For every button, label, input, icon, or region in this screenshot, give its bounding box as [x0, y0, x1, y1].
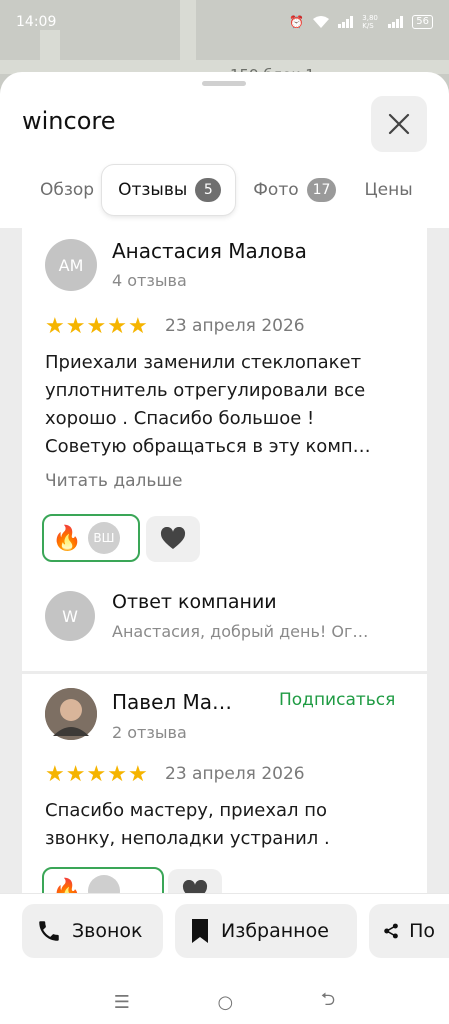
menu-nav-icon[interactable]: ☰	[114, 992, 130, 1013]
tab-count-badge: 17	[306, 178, 337, 202]
like-button[interactable]	[146, 516, 200, 562]
favorite-button[interactable]: Избранное	[175, 904, 357, 958]
share-button[interactable]: По	[369, 904, 449, 958]
sheet-drag-handle[interactable]	[202, 81, 246, 86]
favorite-button-label: Избранное	[221, 920, 329, 942]
alarm-icon: ⏰	[289, 15, 305, 29]
rating-stars: ★ ★ ★ ★ ★	[45, 316, 148, 338]
company-reply-title[interactable]: Ответ компании	[112, 591, 277, 613]
heart-icon	[182, 880, 208, 893]
review-author[interactable]: Павел Ма…	[112, 690, 232, 714]
star-icon: ★	[45, 314, 65, 339]
user-photo-icon	[45, 688, 97, 740]
review-date: 23 апреля 2026	[165, 764, 305, 784]
rating-stars: ★ ★ ★ ★ ★	[45, 764, 148, 786]
status-time: 14:09	[16, 14, 57, 30]
like-button[interactable]	[168, 869, 222, 893]
reaction-fire-button[interactable]: 🔥 ВШ	[42, 514, 140, 562]
share-icon	[384, 923, 398, 939]
star-icon: ★	[86, 762, 107, 787]
review-text-line: Приехали заменили стеклопакет	[45, 352, 362, 373]
battery-indicator: 56	[412, 15, 433, 29]
tab-reviews[interactable]: Отзывы 5	[102, 165, 236, 215]
reaction-avatar: ВШ	[87, 522, 120, 554]
status-icons: ⏰ 3,80 K/S 56	[289, 14, 433, 30]
bookmark-icon	[192, 919, 208, 943]
star-icon: ★	[127, 314, 148, 339]
review-text-line: хорошо . Спасибо большое !	[45, 408, 315, 429]
subscribe-button[interactable]: Подписаться	[279, 690, 395, 710]
status-bar: 14:09 ⏰ 3,80 K/S 56	[0, 0, 449, 44]
close-button[interactable]	[371, 96, 427, 152]
avatar[interactable]	[45, 688, 97, 740]
star-icon: ★	[107, 314, 127, 339]
close-icon	[388, 113, 410, 135]
star-icon: ★	[127, 762, 148, 787]
heart-icon	[160, 527, 186, 549]
review-date: 23 апреля 2026	[165, 316, 305, 336]
read-more-link[interactable]: Читать дальше	[45, 471, 182, 491]
review-author-meta: 2 отзыва	[112, 723, 187, 742]
place-title: wincore	[22, 107, 116, 135]
share-button-label: По	[409, 920, 435, 942]
review-author[interactable]: Анастасия Малова	[112, 239, 307, 263]
call-button[interactable]: Звонок	[22, 904, 163, 958]
company-reply-snippet[interactable]: Анастасия, добрый день! Ог…	[112, 622, 368, 641]
star-icon: ★	[45, 762, 65, 787]
network-speed: 3,80 K/S	[362, 14, 378, 30]
tab-bar: Обзор Отзывы 5 Фото 17 Цены	[0, 164, 449, 216]
star-icon: ★	[65, 314, 86, 339]
wifi-icon	[313, 16, 330, 28]
star-icon: ★	[65, 762, 86, 787]
fire-icon: 🔥	[52, 524, 82, 552]
review-text-line: Спасибо мастеру, приехал по	[45, 800, 328, 821]
tab-count-badge: 5	[195, 178, 222, 202]
review-card: АМ Анастасия Малова 4 отзыва ★ ★ ★ ★ ★ 23 ап…	[22, 228, 427, 671]
signal-icon	[388, 16, 404, 28]
avatar[interactable]: АМ	[45, 239, 97, 291]
reaction-avatar	[87, 875, 120, 893]
company-avatar: W	[45, 591, 95, 641]
tab-prices[interactable]: Цены	[346, 165, 422, 215]
fire-icon: 🔥	[52, 877, 82, 893]
back-nav-icon[interactable]: ⮌	[321, 987, 335, 1017]
call-button-label: Звонок	[72, 920, 143, 942]
star-icon: ★	[86, 314, 107, 339]
signal-icon	[338, 16, 354, 28]
home-nav-icon[interactable]: ○	[217, 992, 233, 1013]
reviews-list: АМ Анастасия Малова 4 отзыва ★ ★ ★ ★ ★ 23 ап…	[0, 228, 449, 893]
tab-label: Обзор	[40, 180, 95, 200]
tab-label: Отзывы	[118, 180, 188, 200]
bottom-action-bar: Звонок Избранное По ☰ ○ ⮌	[0, 893, 449, 1024]
phone-icon	[39, 921, 59, 941]
tab-label: Цены	[364, 180, 413, 200]
review-author-meta: 4 отзыва	[112, 271, 187, 290]
review-text[interactable]: Спасибо мастеру, приехал по звонку, непо…	[45, 797, 405, 853]
review-card: Павел Ма… Подписаться 2 отзыва ★ ★ ★ ★ ★ 23 …	[22, 674, 427, 893]
review-text-line: уплотнитель отрегулировали все	[45, 380, 366, 401]
system-nav-bar: ☰ ○ ⮌	[0, 980, 449, 1024]
review-text-line: звонку, неполадки устранил .	[45, 828, 330, 849]
review-text-line: Советую обращаться в эту комп…	[45, 436, 371, 457]
place-card-sheet: wincore Обзор Отзывы 5 Фото 17 Цены АМ А…	[0, 72, 449, 1024]
tab-overview[interactable]: Обзор	[0, 165, 102, 215]
reaction-fire-button[interactable]: 🔥	[42, 867, 164, 893]
review-text[interactable]: Приехали заменили стеклопакет уплотнител…	[45, 349, 405, 461]
tab-photos[interactable]: Фото 17	[235, 165, 346, 215]
star-icon: ★	[107, 762, 127, 787]
tab-label: Фото	[253, 180, 299, 200]
